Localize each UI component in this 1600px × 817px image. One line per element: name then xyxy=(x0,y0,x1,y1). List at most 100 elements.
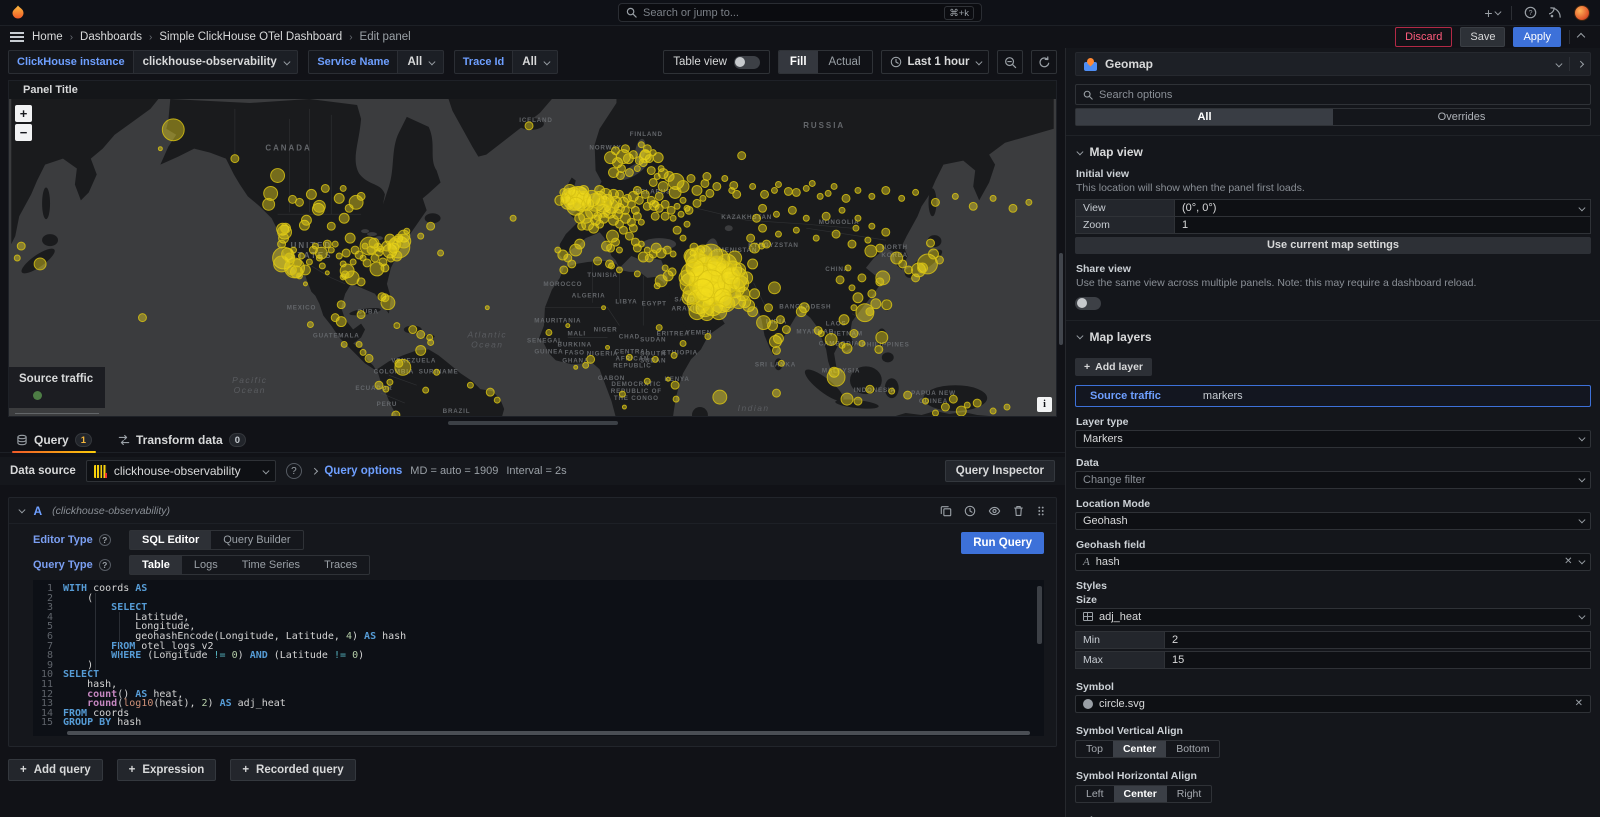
breadcrumb-home[interactable]: Home xyxy=(32,31,63,43)
query-options-md: MD = auto = 1909 xyxy=(410,465,498,477)
zoom-input[interactable]: 1 xyxy=(1175,216,1591,234)
query-datasource-name: (clickhouse-observability) xyxy=(52,505,170,517)
grafana-logo[interactable] xyxy=(10,5,26,21)
service-name-select[interactable]: All xyxy=(398,50,443,74)
data-filter-select[interactable]: Change filter xyxy=(1075,471,1591,489)
min-input[interactable]: 2 xyxy=(1165,631,1591,649)
view-select[interactable]: (0°, 0°) xyxy=(1175,199,1591,217)
styles-label: Styles xyxy=(1076,580,1591,592)
map-view-section-header[interactable]: Map view xyxy=(1077,145,1591,159)
global-search-input[interactable]: Search or jump to... ⌘+k xyxy=(618,3,982,22)
location-mode-select[interactable]: Geohash xyxy=(1075,512,1591,530)
valign-center-option[interactable]: Center xyxy=(1113,741,1166,757)
add-expression-button[interactable]: +Expression xyxy=(117,759,217,781)
query-history-icon[interactable] xyxy=(964,505,976,517)
max-input[interactable]: 15 xyxy=(1165,651,1591,669)
map-layers-section-header[interactable]: Map layers xyxy=(1077,330,1591,344)
tab-transform-data[interactable]: Transform data 0 xyxy=(118,433,246,452)
duplicate-query-icon[interactable] xyxy=(940,505,952,517)
fill-option[interactable]: Fill xyxy=(779,51,818,73)
traces-option[interactable]: Traces xyxy=(312,556,369,574)
query-row-header[interactable]: A (clickhouse-observability) xyxy=(9,498,1056,524)
datasource-help-icon[interactable]: ? xyxy=(286,463,302,479)
discard-button[interactable]: Discard xyxy=(1395,27,1452,47)
datasource-select[interactable]: clickhouse-observability xyxy=(86,460,276,482)
query-options-toggle[interactable]: Query options xyxy=(324,465,402,477)
query-type-help-icon[interactable]: ? xyxy=(99,559,111,571)
symbol-select[interactable]: circle.svg✕ xyxy=(1075,695,1591,713)
trace-id-select[interactable]: All xyxy=(513,50,558,74)
tab-query[interactable]: Query 1 xyxy=(16,433,92,452)
run-query-button[interactable]: Run Query xyxy=(961,532,1044,554)
breadcrumb-dashboards[interactable]: Dashboards xyxy=(80,31,142,43)
fill-actual-segment: Fill Actual xyxy=(778,50,873,74)
help-icon[interactable]: ? xyxy=(1524,6,1537,19)
hide-response-icon[interactable] xyxy=(988,505,1001,517)
add-new-button[interactable]: + xyxy=(1484,5,1499,21)
news-icon[interactable] xyxy=(1549,6,1562,19)
splitter-handle[interactable] xyxy=(448,421,618,425)
add-layer-button[interactable]: +Add layer xyxy=(1075,358,1152,376)
query-type-segment: Table Logs Time Series Traces xyxy=(129,555,370,575)
map-zoom-out-button[interactable]: − xyxy=(15,124,32,141)
query-builder-option[interactable]: Query Builder xyxy=(211,531,302,549)
layer-type-select[interactable]: Markers xyxy=(1075,430,1591,448)
add-recorded-query-button[interactable]: +Recorded query xyxy=(230,759,355,781)
geomap-canvas[interactable]: + − xyxy=(9,99,1056,416)
layer-item-source-traffic[interactable]: Source traffic markers xyxy=(1075,385,1591,407)
collapse-query-icon[interactable] xyxy=(19,507,25,513)
options-search-input[interactable]: Search options xyxy=(1075,84,1591,105)
panel-title[interactable]: Panel Title xyxy=(9,81,1056,99)
breadcrumb-dashboard-name[interactable]: Simple ClickHouse OTel Dashboard xyxy=(159,31,342,43)
zoom-out-time-button[interactable] xyxy=(997,50,1023,74)
refresh-button[interactable] xyxy=(1031,50,1057,74)
sql-editor[interactable]: 1WITH coords AS2 (3 SELECT4 Latitude,5 L… xyxy=(33,580,1044,736)
valign-bottom-option[interactable]: Bottom xyxy=(1166,741,1219,757)
tab-all[interactable]: All xyxy=(1076,109,1333,125)
use-current-map-settings-button[interactable]: Use current map settings xyxy=(1075,237,1591,254)
clear-icon[interactable]: ✕ xyxy=(1564,556,1572,567)
add-query-button[interactable]: +Add query xyxy=(8,759,103,781)
symbol-vertical-align-label: Symbol Vertical Align xyxy=(1076,725,1591,737)
tab-overrides[interactable]: Overrides xyxy=(1333,109,1590,125)
valign-top-option[interactable]: Top xyxy=(1076,741,1113,757)
menu-toggle-icon[interactable] xyxy=(10,32,24,42)
drag-handle-icon[interactable] xyxy=(1036,505,1046,517)
clear-symbol-icon[interactable]: ✕ xyxy=(1575,698,1583,709)
max-label: Max xyxy=(1075,651,1165,669)
code-vscrollbar[interactable] xyxy=(1037,586,1042,644)
apply-button[interactable]: Apply xyxy=(1513,27,1561,47)
time-range-picker[interactable]: Last 1 hour xyxy=(881,50,989,74)
code-hscrollbar[interactable] xyxy=(67,731,1030,735)
user-avatar[interactable] xyxy=(1574,5,1590,21)
symbol-vertical-align-segment: Top Center Bottom xyxy=(1075,740,1220,758)
svg-text:GUINEA: GUINEA xyxy=(534,348,563,355)
toggle-viz-suggestions-icon[interactable] xyxy=(1577,61,1583,67)
share-view-toggle[interactable] xyxy=(1075,297,1101,310)
transform-count-badge: 0 xyxy=(229,433,246,447)
size-field-select[interactable]: adj_heat xyxy=(1075,608,1591,626)
geohash-field-select[interactable]: Ahash✕ xyxy=(1075,553,1591,571)
collapse-options-icon[interactable] xyxy=(1577,33,1585,41)
visualization-picker[interactable]: Geomap xyxy=(1075,52,1591,76)
halign-right-option[interactable]: Right xyxy=(1167,786,1212,802)
map-attribution-button[interactable]: i xyxy=(1037,397,1052,412)
zoom-label: Zoom xyxy=(1075,216,1175,234)
halign-left-option[interactable]: Left xyxy=(1076,786,1114,802)
map-zoom-in-button[interactable]: + xyxy=(15,105,32,122)
actual-option[interactable]: Actual xyxy=(818,51,872,73)
save-button[interactable]: Save xyxy=(1460,27,1505,47)
remove-query-icon[interactable] xyxy=(1013,505,1024,517)
query-inspector-button[interactable]: Query Inspector xyxy=(945,460,1055,482)
table-option[interactable]: Table xyxy=(130,556,182,574)
divider xyxy=(1511,6,1512,20)
main-scrollbar[interactable] xyxy=(1059,253,1063,345)
breadcrumb-edit-panel: Edit panel xyxy=(360,31,411,43)
table-view-toggle[interactable] xyxy=(734,56,760,69)
sql-editor-option[interactable]: SQL Editor xyxy=(130,531,211,549)
logs-option[interactable]: Logs xyxy=(182,556,230,574)
time-series-option[interactable]: Time Series xyxy=(230,556,312,574)
editor-type-help-icon[interactable]: ? xyxy=(99,534,111,546)
clickhouse-instance-select[interactable]: clickhouse-observability xyxy=(134,50,299,74)
halign-center-option[interactable]: Center xyxy=(1114,786,1167,802)
